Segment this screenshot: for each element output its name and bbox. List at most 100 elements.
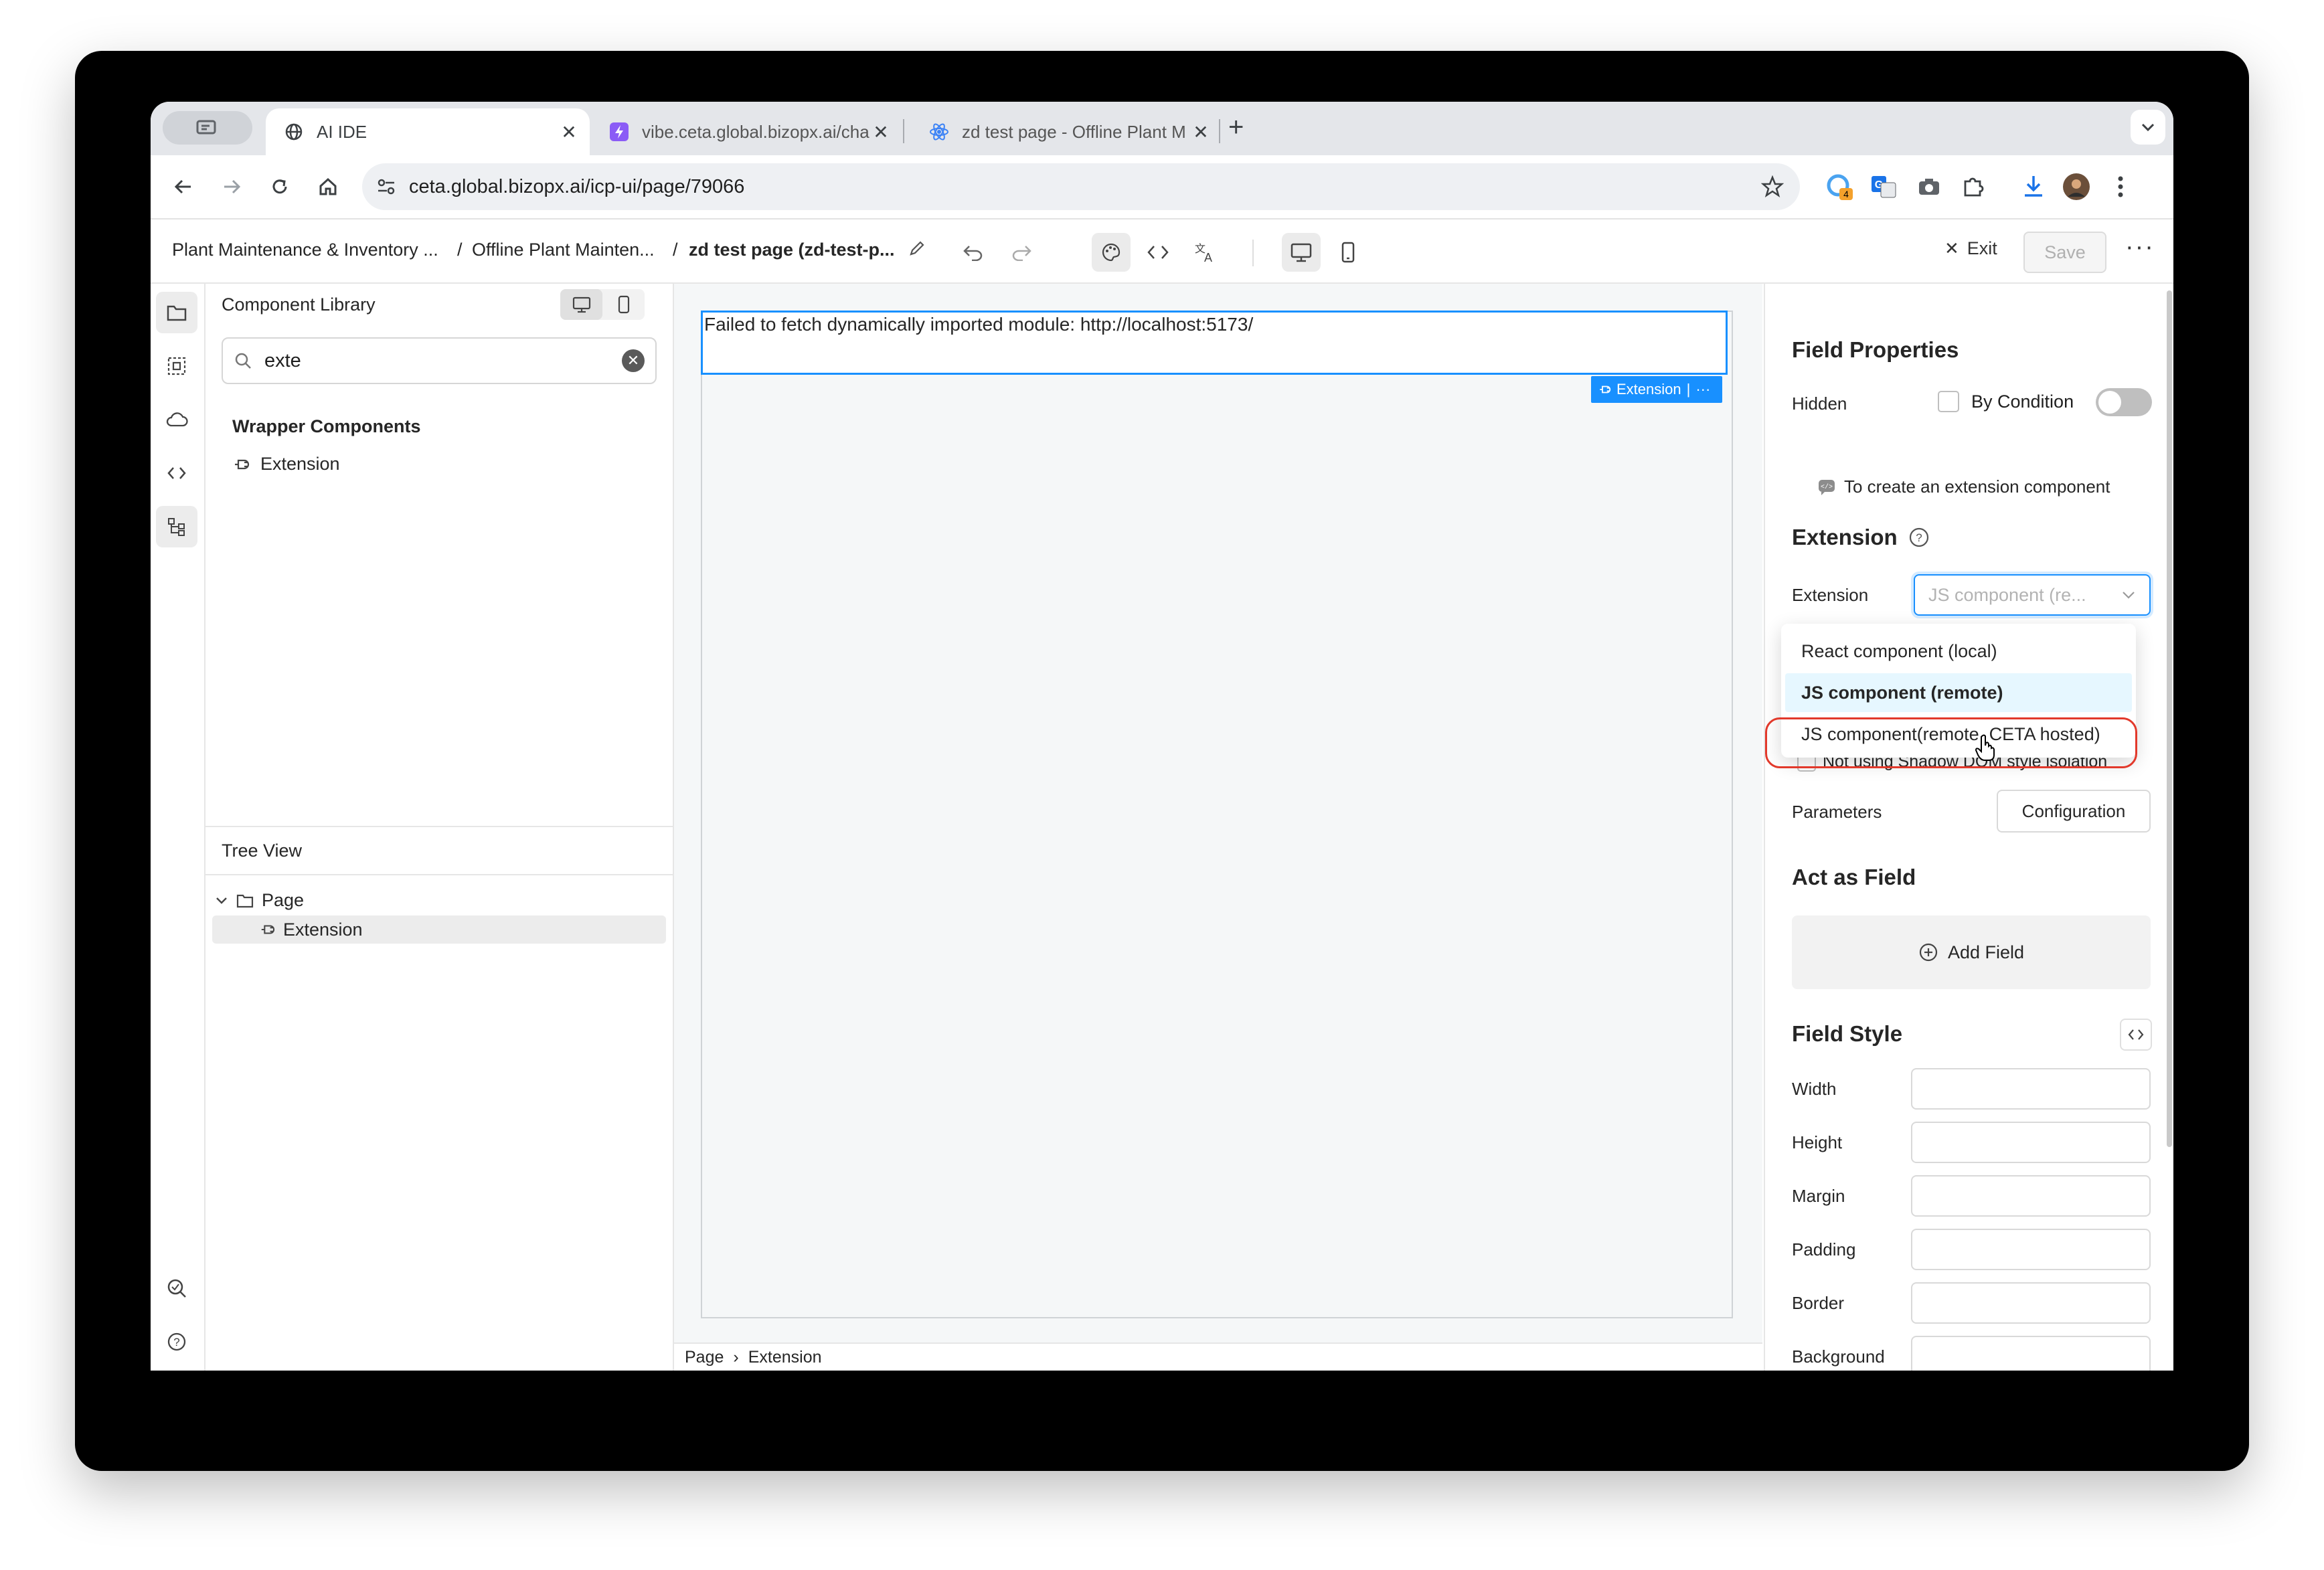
- path-item-extension[interactable]: Extension: [748, 1348, 822, 1367]
- tree-node-extension[interactable]: Extension: [212, 915, 666, 944]
- add-field-button[interactable]: Add Field: [1792, 915, 2151, 989]
- configuration-button[interactable]: Configuration: [1997, 790, 2151, 833]
- translate-button[interactable]: 文A: [1185, 233, 1224, 272]
- path-item-page[interactable]: Page: [685, 1348, 724, 1367]
- rail-code-button[interactable]: [156, 452, 197, 494]
- page-frame[interactable]: [701, 311, 1733, 1318]
- puzzle-extensions-icon[interactable]: [1958, 171, 1989, 202]
- breadcrumb-app[interactable]: Plant Maintenance & Inventory ...: [172, 240, 438, 260]
- breadcrumb-separator: /: [673, 240, 678, 260]
- field-properties-title: Field Properties: [1792, 337, 1959, 362]
- download-icon[interactable]: [2018, 171, 2049, 202]
- code-view-button[interactable]: [1139, 233, 1177, 272]
- rail-help-button[interactable]: ?: [156, 1321, 197, 1363]
- camera-icon[interactable]: [1914, 171, 1944, 202]
- mobile-toggle[interactable]: [602, 289, 645, 320]
- selected-component-tag[interactable]: Extension | ···: [1591, 376, 1722, 403]
- cloud-icon: [166, 412, 188, 427]
- rail-layout-button[interactable]: [156, 345, 197, 387]
- translate-icon: 文A: [1195, 243, 1212, 263]
- component-library-panel: Component Library exte ✕ Wrapper Compone…: [205, 284, 674, 1371]
- reload-button[interactable]: [260, 167, 299, 206]
- component-tag-label: Extension: [1616, 381, 1681, 398]
- tab-zd-test-page[interactable]: zd test page - Offline Plant M ✕: [911, 108, 1222, 155]
- rail-search-button[interactable]: [156, 1268, 197, 1309]
- dashed-select-icon: [167, 357, 186, 375]
- svg-text:</>: </>: [1821, 483, 1833, 491]
- clear-search-icon[interactable]: ✕: [622, 349, 645, 372]
- translate-extension-icon[interactable]: G: [1868, 171, 1899, 202]
- divider: [1252, 240, 1254, 266]
- forward-button[interactable]: [212, 167, 251, 206]
- back-button[interactable]: [164, 167, 203, 206]
- height-input[interactable]: [1911, 1122, 2151, 1163]
- reload-icon: [272, 179, 287, 194]
- edit-pencil-icon[interactable]: [908, 240, 926, 260]
- breadcrumb-module[interactable]: Offline Plant Mainten...: [472, 240, 655, 260]
- by-condition-checkbox[interactable]: By Condition: [1938, 391, 2074, 412]
- tab-search-button[interactable]: [163, 111, 252, 145]
- tab-title: vibe.ceta.global.bizopx.ai/cha: [642, 121, 869, 142]
- bookmark-star-icon[interactable]: [1761, 175, 1784, 198]
- component-search-input[interactable]: exte ✕: [222, 337, 657, 384]
- home-button[interactable]: [309, 167, 347, 206]
- option-js-remote[interactable]: JS component (remote): [1785, 673, 2132, 712]
- close-tab-icon[interactable]: ✕: [871, 121, 891, 143]
- save-button[interactable]: Save: [2023, 232, 2106, 273]
- properties-panel: Field Properties Hidden By Condition </>…: [1764, 284, 2173, 1371]
- mobile-view-button[interactable]: [1329, 233, 1367, 272]
- rail-tree-button[interactable]: [156, 506, 197, 547]
- extension-plug-icon: [235, 459, 250, 469]
- field-style-title: Field Style: [1792, 1021, 1903, 1046]
- tab-search-icon: [196, 120, 216, 135]
- undo-button[interactable]: [954, 233, 993, 272]
- extension-component[interactable]: Failed to fetch dynamically imported mod…: [701, 311, 1728, 375]
- theme-palette-button[interactable]: [1092, 233, 1131, 272]
- background-input[interactable]: [1911, 1336, 2151, 1371]
- address-bar[interactable]: ceta.global.bizopx.ai/icp-ui/page/79066: [362, 163, 1800, 210]
- more-options-icon[interactable]: ···: [2125, 233, 2155, 262]
- exit-label: Exit: [1967, 238, 1997, 258]
- new-tab-button[interactable]: +: [1228, 114, 1244, 141]
- desktop-view-button[interactable]: [1282, 233, 1321, 272]
- search-value: exte: [264, 349, 301, 371]
- checkbox[interactable]: [1938, 391, 1959, 412]
- library-device-toggle: [560, 289, 645, 320]
- act-as-field-title: Act as Field: [1792, 865, 1916, 889]
- rail-cloud-button[interactable]: [156, 399, 197, 440]
- extension-g-icon[interactable]: 4: [1824, 171, 1855, 202]
- zoom-search-icon: [167, 1279, 186, 1298]
- extension-type-select[interactable]: JS component (re...: [1914, 574, 2151, 616]
- chevron-down-icon[interactable]: [215, 896, 228, 905]
- redo-button[interactable]: [1002, 233, 1041, 272]
- extension-section-title: Extension ?: [1792, 525, 1930, 550]
- width-input[interactable]: [1911, 1068, 2151, 1110]
- left-rail: ?: [151, 284, 205, 1371]
- desktop-toggle[interactable]: [560, 289, 602, 320]
- profile-avatar[interactable]: [2061, 171, 2092, 202]
- exit-button[interactable]: ✕ Exit: [1944, 238, 1997, 259]
- close-tab-icon[interactable]: ✕: [1191, 121, 1211, 143]
- component-more-icon[interactable]: ···: [1695, 381, 1710, 398]
- browser-menu-icon[interactable]: [2105, 171, 2136, 202]
- library-item-extension[interactable]: Extension: [232, 454, 340, 474]
- rail-components-button[interactable]: [156, 292, 197, 333]
- margin-input[interactable]: [1911, 1175, 2151, 1217]
- properties-scrollbar[interactable]: [2167, 290, 2172, 1147]
- phone-icon: [618, 295, 629, 314]
- site-settings-icon[interactable]: [377, 178, 396, 195]
- tree-node-page[interactable]: Page: [215, 890, 304, 911]
- option-react-local[interactable]: React component (local): [1785, 632, 2132, 671]
- breadcrumb-page: zd test page (zd-test-p...: [689, 240, 895, 260]
- tab-list-button[interactable]: [2131, 110, 2165, 145]
- padding-label: Padding: [1792, 1239, 1856, 1259]
- help-circle-icon[interactable]: ?: [1908, 527, 1930, 548]
- tab-ai-ide[interactable]: AI IDE ✕: [266, 108, 590, 155]
- style-code-button[interactable]: [2120, 1019, 2152, 1051]
- border-input[interactable]: [1911, 1282, 2151, 1324]
- tab-vibe[interactable]: vibe.ceta.global.bizopx.ai/cha ✕: [591, 108, 902, 155]
- close-tab-icon[interactable]: ✕: [559, 121, 579, 143]
- back-arrow-icon: [174, 179, 191, 194]
- padding-input[interactable]: [1911, 1229, 2151, 1270]
- hidden-toggle-switch[interactable]: [2096, 388, 2152, 416]
